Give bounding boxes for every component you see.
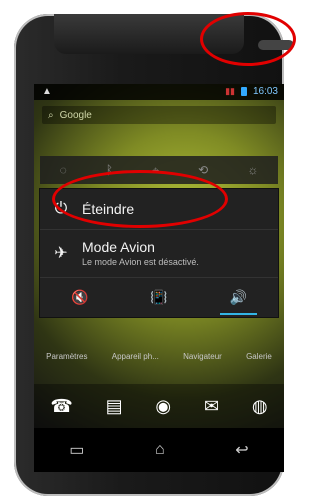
- app-label-camera: Appareil ph...: [111, 352, 159, 361]
- dock: ☎ ▤ ◉ ✉ ◍: [34, 384, 284, 428]
- highlight-ring-power-off: [52, 170, 228, 228]
- search-icon: ⌕: [48, 109, 54, 121]
- app-label-gallery: Galerie: [246, 352, 272, 361]
- search-placeholder: Google: [59, 109, 92, 121]
- wifi-icon[interactable]: ◌: [60, 163, 67, 177]
- phone-icon[interactable]: ☎: [50, 396, 72, 417]
- google-search-bar[interactable]: ⌕ Google: [42, 106, 276, 124]
- navigation-bar: ▭ ⌂ ↩: [34, 428, 284, 472]
- warning-icon: ▲: [42, 86, 52, 97]
- back-icon[interactable]: ↩: [235, 440, 248, 460]
- airplane-mode-label: Mode Avion: [82, 239, 155, 255]
- brightness-icon[interactable]: ☼: [247, 163, 258, 177]
- phone-screen: ▲ ▮▮ 16:03 ⌕ Google ◌ ᛒ ⌖ ⟲ ☼ ⏻ Éteindre…: [34, 84, 284, 428]
- battery-icon: [240, 87, 247, 96]
- sync-icon[interactable]: ⟲: [198, 163, 208, 177]
- signal-icon: ▮▮: [225, 86, 235, 96]
- airplane-icon: ✈: [54, 245, 68, 262]
- sound-mode-row: 🔇 📳 🔊: [40, 277, 278, 317]
- sound-on-icon[interactable]: 🔊: [219, 289, 258, 315]
- messages-icon[interactable]: ✉: [204, 396, 219, 417]
- browser-icon[interactable]: ◍: [252, 396, 268, 417]
- status-icons: ▮▮ 16:03: [225, 86, 278, 97]
- contacts-icon[interactable]: ▤: [106, 396, 123, 417]
- clock: 16:03: [252, 86, 278, 97]
- app-labels: Paramètres Appareil ph... Navigateur Gal…: [34, 352, 284, 361]
- silent-icon[interactable]: 🔇: [71, 289, 88, 306]
- status-bar: ▲ ▮▮ 16:03: [34, 84, 284, 100]
- airplane-mode-subtitle: Le mode Avion est désactivé.: [82, 257, 199, 267]
- app-label-browser: Navigateur: [183, 352, 222, 361]
- app-label-settings: Paramètres: [46, 352, 88, 361]
- highlight-ring-side-button: [200, 12, 296, 66]
- recent-apps-icon[interactable]: ▭: [69, 440, 84, 460]
- vibrate-icon[interactable]: 📳: [150, 289, 167, 306]
- apps-icon[interactable]: ◉: [155, 396, 171, 417]
- home-icon[interactable]: ⌂: [155, 441, 165, 459]
- airplane-mode-item[interactable]: ✈ Mode Avion Le mode Avion est désactivé…: [40, 229, 278, 278]
